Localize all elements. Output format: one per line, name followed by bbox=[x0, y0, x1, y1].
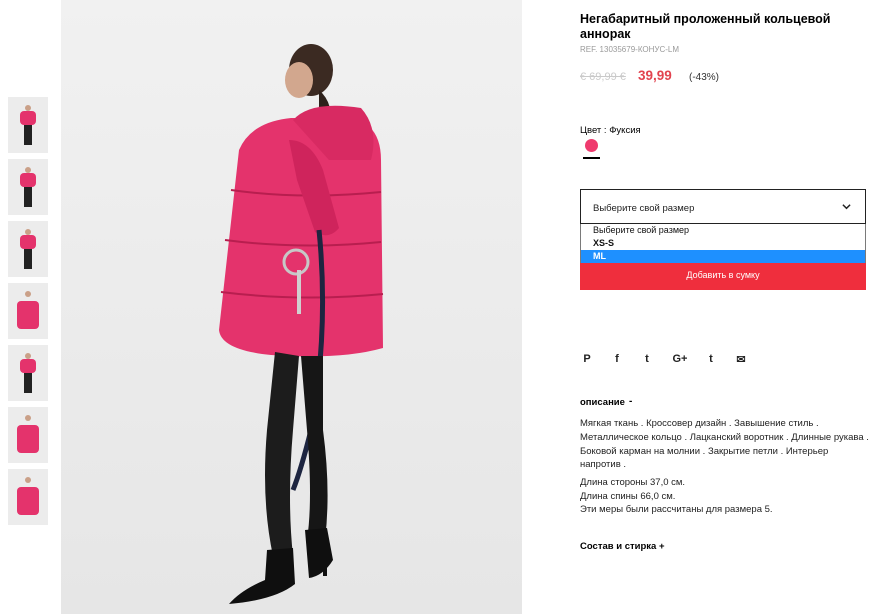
thumbnail-3[interactable] bbox=[8, 221, 48, 277]
color-swatch-fuchsia[interactable] bbox=[585, 139, 598, 152]
swatch-selected-indicator bbox=[583, 157, 600, 159]
measure-back-length: Длина спины 66,0 см. bbox=[580, 490, 676, 502]
product-page: Негабаритный проложенный кольцевой аннор… bbox=[0, 0, 877, 614]
google-plus-icon[interactable]: G+ bbox=[670, 353, 690, 369]
size-option-placeholder[interactable]: Выберите свой размер bbox=[581, 224, 865, 237]
tumblr-icon[interactable]: t bbox=[704, 353, 718, 369]
thumbnail-6[interactable] bbox=[8, 407, 48, 463]
size-select-value: Выберите свой размер bbox=[593, 203, 695, 214]
thumbnail-4[interactable] bbox=[8, 283, 48, 339]
description-text: Мягкая ткань . Кроссовер дизайн . Завыше… bbox=[580, 418, 869, 471]
facebook-icon[interactable]: f bbox=[610, 353, 624, 369]
composition-care-toggle[interactable]: Состав и стирка + bbox=[580, 541, 665, 552]
measure-side-length: Длина стороны 37,0 см. bbox=[580, 477, 686, 488]
old-price: € 69,99 € bbox=[580, 71, 626, 83]
main-product-photo[interactable] bbox=[61, 0, 522, 614]
size-option-ml[interactable]: ML bbox=[581, 250, 865, 263]
chevron-down-icon bbox=[842, 204, 851, 210]
thumbnail-5[interactable] bbox=[8, 345, 48, 401]
measure-size-note: Эти меры были рассчитаны для размера 5. bbox=[580, 504, 773, 515]
thumbnail-1[interactable] bbox=[8, 97, 48, 153]
discount-badge: (-43%) bbox=[689, 72, 720, 83]
thumbnail-2[interactable] bbox=[8, 159, 48, 215]
size-option-xs-s[interactable]: XS-S bbox=[581, 237, 865, 250]
mail-icon[interactable]: ✉ bbox=[734, 353, 748, 369]
sale-price: 39,99 bbox=[638, 68, 672, 83]
description-heading: описание bbox=[580, 397, 625, 408]
add-to-bag-button[interactable]: Добавить в сумку bbox=[580, 263, 866, 290]
description-toggle[interactable]: - bbox=[629, 396, 632, 407]
thumbnail-list bbox=[8, 97, 48, 531]
size-dropdown-list: Выберите свой размер XS-S ML bbox=[580, 224, 866, 264]
color-label: Цвет : Фуксия bbox=[580, 125, 641, 136]
pinterest-icon[interactable]: P bbox=[580, 353, 594, 369]
model-illustration bbox=[219, 44, 384, 604]
size-select[interactable]: Выберите свой размер bbox=[580, 189, 866, 224]
measurements: Длина стороны 37,0 см. Длина спины 66,0 … bbox=[580, 476, 870, 517]
product-title: Негабаритный проложенный кольцевой аннор… bbox=[580, 12, 831, 41]
twitter-icon[interactable]: t bbox=[640, 353, 654, 369]
product-ref: REF. 13035679-КОНУС-LM bbox=[580, 45, 680, 54]
thumbnail-7[interactable] bbox=[8, 469, 48, 525]
